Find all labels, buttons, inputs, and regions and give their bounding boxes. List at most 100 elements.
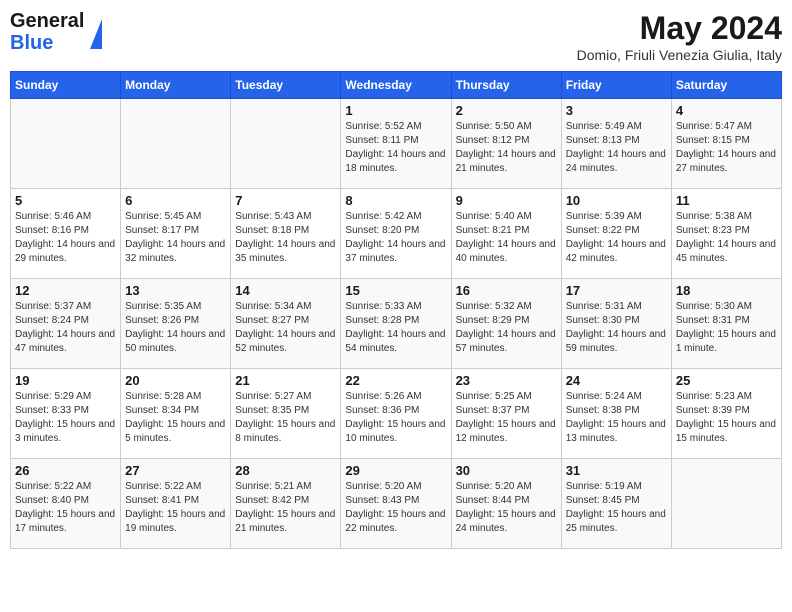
day-info: Sunrise: 5:22 AM Sunset: 8:41 PM Dayligh… xyxy=(125,480,226,536)
calendar-cell: 21 Sunrise: 5:27 AM Sunset: 8:35 PM Dayli… xyxy=(231,369,341,459)
calendar-week-row: 26Sunrise: 5:22 AM Sunset: 8:40 PM Dayli… xyxy=(11,459,782,549)
logo-icon xyxy=(90,19,102,49)
day-number: 23 xyxy=(456,373,557,388)
day-number: 20 xyxy=(125,373,226,388)
day-number: 27 xyxy=(125,463,226,478)
day-info: Sunrise: 5:34 AM Sunset: 8:27 PM Dayligh… xyxy=(235,300,336,356)
calendar-cell: 18 Sunrise: 5:30 AM Sunset: 8:31 PM Dayli… xyxy=(671,279,781,369)
calendar-cell xyxy=(671,459,781,549)
calendar-cell: 14 Sunrise: 5:34 AM Sunset: 8:27 PM Dayli… xyxy=(231,279,341,369)
calendar-cell: 6 Sunrise: 5:45 AM Sunset: 8:17 PM Daylig… xyxy=(121,189,231,279)
day-info: Sunrise: 5:45 AM Sunset: 8:17 PM Dayligh… xyxy=(125,210,226,266)
day-number: 1 xyxy=(345,103,446,118)
weekday-header: Sunday xyxy=(11,72,121,99)
day-number: 14 xyxy=(235,283,336,298)
day-info: Sunrise: 5:37 AM Sunset: 8:24 PM Dayligh… xyxy=(15,300,116,356)
day-info: Sunrise: 5:42 AM Sunset: 8:20 PM Dayligh… xyxy=(345,210,446,266)
logo-line1: General xyxy=(10,10,84,32)
location-subtitle: Domio, Friuli Venezia Giulia, Italy xyxy=(577,47,782,63)
calendar-cell: 9 Sunrise: 5:40 AM Sunset: 8:21 PM Daylig… xyxy=(451,189,561,279)
day-number: 10 xyxy=(566,193,667,208)
day-info: Sunrise: 5:20 AM Sunset: 8:43 PM Dayligh… xyxy=(345,480,446,536)
day-number: 21 xyxy=(235,373,336,388)
calendar-cell: 17 Sunrise: 5:31 AM Sunset: 8:30 PM Dayli… xyxy=(561,279,671,369)
calendar-cell: 3Sunrise: 5:49 AM Sunset: 8:13 PM Daylig… xyxy=(561,99,671,189)
calendar-cell: 23 Sunrise: 5:25 AM Sunset: 8:37 PM Dayli… xyxy=(451,369,561,459)
title-area: May 2024 Domio, Friuli Venezia Giulia, I… xyxy=(577,10,782,63)
calendar-cell xyxy=(231,99,341,189)
weekday-header: Monday xyxy=(121,72,231,99)
day-info: Sunrise: 5:23 AM Sunset: 8:39 PM Dayligh… xyxy=(676,390,777,446)
calendar-cell: 20 Sunrise: 5:28 AM Sunset: 8:34 PM Dayli… xyxy=(121,369,231,459)
calendar-week-row: 19Sunrise: 5:29 AM Sunset: 8:33 PM Dayli… xyxy=(11,369,782,459)
calendar-cell: 30Sunrise: 5:20 AM Sunset: 8:44 PM Dayli… xyxy=(451,459,561,549)
day-info: Sunrise: 5:31 AM Sunset: 8:30 PM Dayligh… xyxy=(566,300,667,356)
day-info: Sunrise: 5:28 AM Sunset: 8:34 PM Dayligh… xyxy=(125,390,226,446)
day-info: Sunrise: 5:25 AM Sunset: 8:37 PM Dayligh… xyxy=(456,390,557,446)
calendar-week-row: 1 Sunrise: 5:52 AM Sunset: 8:11 PM Daylig… xyxy=(11,99,782,189)
day-info: Sunrise: 5:49 AM Sunset: 8:13 PM Dayligh… xyxy=(566,120,667,176)
weekday-header: Saturday xyxy=(671,72,781,99)
day-number: 7 xyxy=(235,193,336,208)
day-info: Sunrise: 5:24 AM Sunset: 8:38 PM Dayligh… xyxy=(566,390,667,446)
day-info: Sunrise: 5:21 AM Sunset: 8:42 PM Dayligh… xyxy=(235,480,336,536)
weekday-header: Wednesday xyxy=(341,72,451,99)
day-number: 11 xyxy=(676,193,777,208)
calendar-header-row: SundayMondayTuesdayWednesdayThursdayFrid… xyxy=(11,72,782,99)
day-number: 24 xyxy=(566,373,667,388)
calendar-cell xyxy=(121,99,231,189)
calendar-week-row: 5Sunrise: 5:46 AM Sunset: 8:16 PM Daylig… xyxy=(11,189,782,279)
calendar-cell: 19Sunrise: 5:29 AM Sunset: 8:33 PM Dayli… xyxy=(11,369,121,459)
day-info: Sunrise: 5:29 AM Sunset: 8:33 PM Dayligh… xyxy=(15,390,116,446)
day-number: 22 xyxy=(345,373,446,388)
day-info: Sunrise: 5:27 AM Sunset: 8:35 PM Dayligh… xyxy=(235,390,336,446)
calendar-cell: 27 Sunrise: 5:22 AM Sunset: 8:41 PM Dayli… xyxy=(121,459,231,549)
logo-line2: Blue xyxy=(10,32,84,54)
calendar-cell: 22 Sunrise: 5:26 AM Sunset: 8:36 PM Dayli… xyxy=(341,369,451,459)
day-number: 9 xyxy=(456,193,557,208)
day-number: 29 xyxy=(345,463,446,478)
day-number: 13 xyxy=(125,283,226,298)
calendar-cell: 26Sunrise: 5:22 AM Sunset: 8:40 PM Dayli… xyxy=(11,459,121,549)
calendar-cell: 24 Sunrise: 5:24 AM Sunset: 8:38 PM Dayli… xyxy=(561,369,671,459)
day-info: Sunrise: 5:32 AM Sunset: 8:29 PM Dayligh… xyxy=(456,300,557,356)
day-info: Sunrise: 5:35 AM Sunset: 8:26 PM Dayligh… xyxy=(125,300,226,356)
day-info: Sunrise: 5:38 AM Sunset: 8:23 PM Dayligh… xyxy=(676,210,777,266)
day-number: 17 xyxy=(566,283,667,298)
day-number: 30 xyxy=(456,463,557,478)
calendar-cell: 11 Sunrise: 5:38 AM Sunset: 8:23 PM Dayli… xyxy=(671,189,781,279)
calendar-table: SundayMondayTuesdayWednesdayThursdayFrid… xyxy=(10,71,782,549)
day-info: Sunrise: 5:40 AM Sunset: 8:21 PM Dayligh… xyxy=(456,210,557,266)
day-info: Sunrise: 5:30 AM Sunset: 8:31 PM Dayligh… xyxy=(676,300,777,356)
day-info: Sunrise: 5:33 AM Sunset: 8:28 PM Dayligh… xyxy=(345,300,446,356)
calendar-cell: 28 Sunrise: 5:21 AM Sunset: 8:42 PM Dayli… xyxy=(231,459,341,549)
weekday-header: Thursday xyxy=(451,72,561,99)
day-info: Sunrise: 5:47 AM Sunset: 8:15 PM Dayligh… xyxy=(676,120,777,176)
calendar-cell: 16 Sunrise: 5:32 AM Sunset: 8:29 PM Dayli… xyxy=(451,279,561,369)
calendar-cell: 10Sunrise: 5:39 AM Sunset: 8:22 PM Dayli… xyxy=(561,189,671,279)
weekday-header: Tuesday xyxy=(231,72,341,99)
day-number: 6 xyxy=(125,193,226,208)
weekday-header: Friday xyxy=(561,72,671,99)
page-header: General Blue May 2024 Domio, Friuli Vene… xyxy=(10,10,782,63)
calendar-cell: 2Sunrise: 5:50 AM Sunset: 8:12 PM Daylig… xyxy=(451,99,561,189)
day-info: Sunrise: 5:19 AM Sunset: 8:45 PM Dayligh… xyxy=(566,480,667,536)
day-info: Sunrise: 5:52 AM Sunset: 8:11 PM Dayligh… xyxy=(345,120,446,176)
calendar-body: 1 Sunrise: 5:52 AM Sunset: 8:11 PM Daylig… xyxy=(11,99,782,549)
day-number: 28 xyxy=(235,463,336,478)
day-info: Sunrise: 5:26 AM Sunset: 8:36 PM Dayligh… xyxy=(345,390,446,446)
day-number: 18 xyxy=(676,283,777,298)
day-number: 12 xyxy=(15,283,116,298)
day-number: 5 xyxy=(15,193,116,208)
calendar-cell: 7Sunrise: 5:43 AM Sunset: 8:18 PM Daylig… xyxy=(231,189,341,279)
day-info: Sunrise: 5:50 AM Sunset: 8:12 PM Dayligh… xyxy=(456,120,557,176)
day-number: 8 xyxy=(345,193,446,208)
month-year-title: May 2024 xyxy=(577,10,782,47)
day-number: 31 xyxy=(566,463,667,478)
calendar-cell: 29 Sunrise: 5:20 AM Sunset: 8:43 PM Dayli… xyxy=(341,459,451,549)
calendar-week-row: 12 Sunrise: 5:37 AM Sunset: 8:24 PM Dayli… xyxy=(11,279,782,369)
calendar-cell: 5Sunrise: 5:46 AM Sunset: 8:16 PM Daylig… xyxy=(11,189,121,279)
day-number: 16 xyxy=(456,283,557,298)
day-number: 25 xyxy=(676,373,777,388)
calendar-cell: 4Sunrise: 5:47 AM Sunset: 8:15 PM Daylig… xyxy=(671,99,781,189)
